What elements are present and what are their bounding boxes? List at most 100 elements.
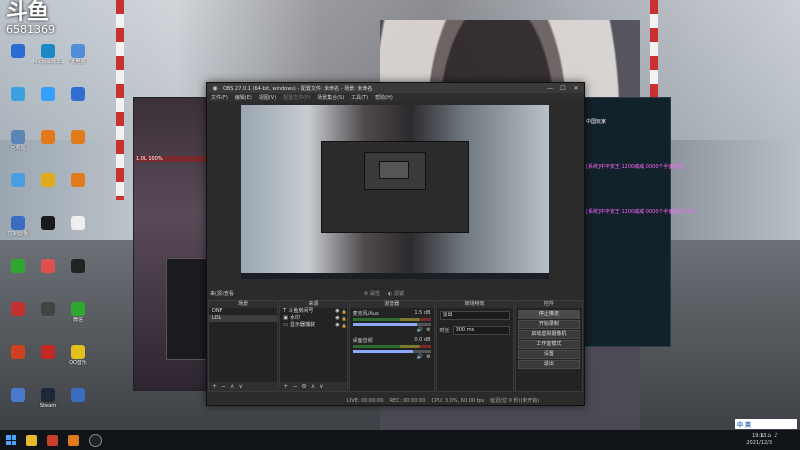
desktop-shortcut-label: QQ音乐 bbox=[69, 360, 87, 366]
remove-scene-icon[interactable]: − bbox=[221, 383, 226, 390]
desktop-shortcut[interactable] bbox=[3, 259, 33, 274]
move-down-icon[interactable]: ∨ bbox=[319, 383, 323, 390]
lock-icon[interactable]: 🔒 bbox=[342, 315, 347, 322]
lock-icon[interactable]: 🔒 bbox=[342, 322, 347, 329]
app-icon bbox=[71, 302, 85, 316]
volume-slider[interactable] bbox=[352, 350, 431, 353]
app-icon bbox=[71, 44, 85, 58]
obs-docks: 场景 DNF LOL + − ∧ ∨ 来源 T 斗鱼房间号 ◉ 🔒 ▣ 水印 ◉ 🔒 ▭ 显示器捕获… bbox=[208, 300, 583, 392]
cpu-status: CPU: 3.0%, 60.00 fps bbox=[431, 397, 485, 404]
move-up-icon[interactable]: ∧ bbox=[311, 383, 315, 390]
menu-item[interactable]: 编辑(E) bbox=[235, 94, 252, 101]
control-button[interactable]: 退出 bbox=[517, 360, 580, 369]
close-icon[interactable]: ✕ bbox=[571, 85, 581, 92]
desktop-shortcut[interactable] bbox=[3, 388, 33, 403]
gear-icon[interactable]: ⚙ bbox=[426, 354, 430, 360]
menu-item[interactable]: 视图(V) bbox=[259, 94, 276, 101]
desktop-shortcut[interactable] bbox=[3, 173, 33, 188]
filters-button[interactable]: ◐ 滤镜 bbox=[388, 290, 404, 297]
file-explorer-icon[interactable] bbox=[26, 434, 37, 446]
desktop-shortcut[interactable] bbox=[33, 216, 63, 231]
control-button[interactable]: 设置 bbox=[517, 350, 580, 359]
speaker-icon[interactable]: 🔊 bbox=[417, 327, 423, 333]
control-button[interactable]: 停止推流 bbox=[517, 310, 580, 319]
control-button[interactable]: 启动虚拟摄像机 bbox=[517, 330, 580, 339]
desktop-shortcut[interactable] bbox=[63, 259, 93, 274]
remove-source-icon[interactable]: − bbox=[292, 383, 297, 390]
desktop-shortcut[interactable] bbox=[3, 345, 33, 360]
desktop-shortcut[interactable]: QQ音乐 bbox=[63, 345, 93, 366]
duration-input[interactable]: 300 ms bbox=[452, 326, 510, 335]
ime-english[interactable]: 英 bbox=[745, 420, 751, 429]
visibility-eye-icon[interactable]: ◉ bbox=[335, 322, 339, 329]
desktop-shortcut-label: 此电脑 bbox=[70, 59, 86, 65]
desktop-shortcut[interactable] bbox=[33, 87, 63, 102]
speaker-icon[interactable]: 🔊 bbox=[417, 354, 423, 360]
desktop-shortcut[interactable] bbox=[3, 302, 33, 317]
visibility-eye-icon[interactable]: ◉ bbox=[335, 315, 339, 322]
app-taskbar-icon[interactable] bbox=[68, 434, 79, 446]
desktop-shortcut[interactable]: 控制面板 bbox=[3, 216, 33, 237]
desktop-shortcut[interactable] bbox=[63, 388, 93, 403]
maximize-icon[interactable]: ☐ bbox=[558, 85, 568, 92]
menu-item[interactable]: 帮助(H) bbox=[375, 94, 393, 101]
desktop-shortcut[interactable] bbox=[3, 87, 33, 102]
desktop-shortcut[interactable] bbox=[33, 259, 63, 274]
gear-icon[interactable]: ⚙ bbox=[426, 327, 430, 333]
add-scene-icon[interactable]: + bbox=[212, 383, 217, 390]
minimize-icon[interactable]: — bbox=[545, 85, 555, 92]
source-item[interactable]: T 斗鱼房间号 ◉ 🔒 bbox=[280, 308, 346, 315]
visibility-eye-icon[interactable]: ◉ bbox=[335, 308, 339, 315]
desktop-shortcut[interactable]: Steam bbox=[33, 388, 63, 409]
ime-toolbar[interactable]: 中 英 bbox=[735, 419, 797, 429]
obs-window[interactable]: ◉ OBS 27.0.1 (64-bit, windows) - 配置文件: 未… bbox=[206, 82, 585, 406]
obs-taskbar-icon[interactable] bbox=[89, 433, 102, 447]
desktop-shortcut[interactable] bbox=[63, 87, 93, 102]
properties-button[interactable]: ⚙ 属性 bbox=[364, 290, 380, 297]
game-launcher-icon[interactable] bbox=[47, 434, 58, 446]
desktop-shortcut[interactable]: 微信 bbox=[63, 302, 93, 323]
desktop-shortcut[interactable] bbox=[63, 130, 93, 145]
desktop-shortcut[interactable] bbox=[33, 173, 63, 188]
windows-start-icon[interactable] bbox=[6, 435, 16, 445]
scene-item[interactable]: DNF bbox=[209, 308, 277, 315]
app-icon bbox=[41, 44, 55, 58]
volume-icon[interactable]: ♪ bbox=[774, 432, 778, 439]
mixer-channel: 麦克风/Aux 1.5 dB 🔊 ⚙ bbox=[350, 308, 434, 335]
menu-item[interactable]: 场景集合(S) bbox=[317, 94, 344, 101]
desktop-shortcut[interactable] bbox=[3, 44, 33, 59]
desktop-shortcut[interactable]: Microsoft Edge bbox=[33, 44, 63, 65]
desktop-shortcut[interactable] bbox=[33, 345, 63, 360]
obs-titlebar[interactable]: ◉ OBS 27.0.1 (64-bit, windows) - 配置文件: 未… bbox=[207, 83, 584, 93]
volume-meter bbox=[352, 345, 431, 348]
control-button[interactable]: 工作室模式 bbox=[517, 340, 580, 349]
taskbar-clock[interactable]: 19:13 2021/12/3 bbox=[746, 433, 772, 447]
scene-item[interactable]: LOL bbox=[209, 315, 278, 322]
game-window-right[interactable]: 中国玩家 [系统]中平安王 1200威威 0000个手面抵抗 [系统]中平安王 12… bbox=[583, 97, 695, 347]
game-window-left[interactable]: 1.0L 100% bbox=[133, 97, 213, 391]
desktop-shortcut[interactable]: 此电脑 bbox=[63, 44, 93, 65]
source-item[interactable]: ▣ 水印 ◉ 🔒 bbox=[280, 315, 346, 322]
volume-slider[interactable] bbox=[352, 323, 431, 326]
desktop-shortcut[interactable] bbox=[63, 216, 93, 231]
desktop-shortcut[interactable] bbox=[33, 302, 63, 317]
channel-name: 桌面音频 bbox=[352, 338, 373, 344]
move-down-icon[interactable]: ∨ bbox=[238, 383, 242, 390]
source-item[interactable]: ▭ 显示器捕获 ◉ 🔒 bbox=[280, 322, 346, 329]
lock-icon[interactable]: 🔒 bbox=[342, 308, 347, 315]
add-source-icon[interactable]: + bbox=[283, 383, 288, 390]
menu-item[interactable]: 文件(F) bbox=[211, 94, 228, 101]
obs-preview[interactable] bbox=[241, 105, 549, 279]
ime-chinese[interactable]: 中 bbox=[737, 420, 743, 429]
source-settings-icon[interactable]: ⚙ bbox=[301, 383, 306, 390]
menu-item[interactable]: 配置文件(P) bbox=[283, 94, 310, 101]
desktop-shortcut[interactable] bbox=[63, 173, 93, 188]
menu-item[interactable]: 工具(T) bbox=[351, 94, 368, 101]
control-button[interactable]: 开始录制 bbox=[517, 320, 580, 329]
desktop-shortcut[interactable]: 回收站 bbox=[3, 130, 33, 151]
transition-type-select[interactable]: 淡出 bbox=[439, 311, 510, 320]
desktop-shortcut[interactable] bbox=[33, 130, 63, 145]
channel-name: 麦克风/Aux bbox=[352, 311, 379, 317]
taskbar: ∧ ⌂ ♪ 19:13 2021/12/3 bbox=[0, 430, 800, 450]
move-up-icon[interactable]: ∧ bbox=[230, 383, 234, 390]
